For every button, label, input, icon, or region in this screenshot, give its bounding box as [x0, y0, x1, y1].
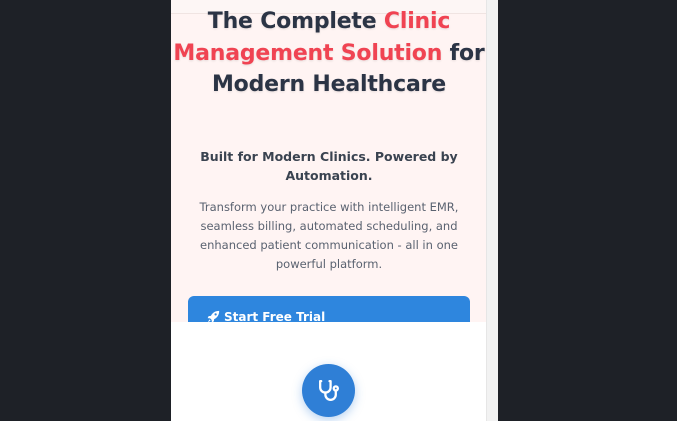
loading-overlay	[171, 322, 487, 421]
hero-headline: The Complete Clinic Management Solution …	[171, 6, 487, 101]
app-logo-badge	[302, 364, 355, 417]
hero-description: Transform your practice with intelligent…	[199, 200, 459, 271]
stethoscope-icon	[319, 379, 340, 401]
page-scrollbar[interactable]	[486, 0, 498, 421]
headline-lead: The Complete	[207, 9, 384, 34]
browser-viewport: The Complete Clinic Management Solution …	[171, 0, 498, 421]
hero-subheading: Built for Modern Clinics. Powered by Aut…	[200, 149, 458, 183]
hero-section: The Complete Clinic Management Solution …	[171, 0, 487, 322]
